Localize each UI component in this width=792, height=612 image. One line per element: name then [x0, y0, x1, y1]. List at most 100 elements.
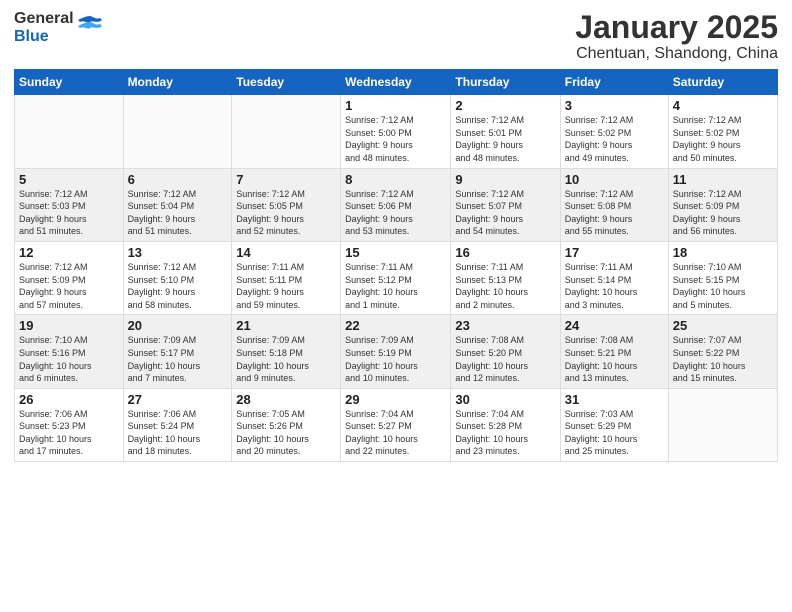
calendar-week-row: 1Sunrise: 7:12 AM Sunset: 5:00 PM Daylig… — [15, 95, 778, 168]
day-number: 26 — [19, 392, 119, 407]
calendar-cell: 25Sunrise: 7:07 AM Sunset: 5:22 PM Dayli… — [668, 315, 777, 388]
day-number: 8 — [345, 172, 446, 187]
calendar-cell — [123, 95, 232, 168]
weekday-header-thursday: Thursday — [451, 70, 560, 95]
day-number: 15 — [345, 245, 446, 260]
weekday-header-tuesday: Tuesday — [232, 70, 341, 95]
day-info: Sunrise: 7:09 AM Sunset: 5:19 PM Dayligh… — [345, 334, 446, 384]
day-number: 13 — [128, 245, 228, 260]
day-info: Sunrise: 7:11 AM Sunset: 5:12 PM Dayligh… — [345, 261, 446, 311]
day-number: 4 — [673, 98, 773, 113]
day-info: Sunrise: 7:09 AM Sunset: 5:18 PM Dayligh… — [236, 334, 336, 384]
calendar-cell: 23Sunrise: 7:08 AM Sunset: 5:20 PM Dayli… — [451, 315, 560, 388]
day-info: Sunrise: 7:11 AM Sunset: 5:11 PM Dayligh… — [236, 261, 336, 311]
day-info: Sunrise: 7:12 AM Sunset: 5:02 PM Dayligh… — [673, 114, 773, 164]
day-number: 14 — [236, 245, 336, 260]
day-number: 3 — [565, 98, 664, 113]
day-info: Sunrise: 7:09 AM Sunset: 5:17 PM Dayligh… — [128, 334, 228, 384]
calendar-week-row: 19Sunrise: 7:10 AM Sunset: 5:16 PM Dayli… — [15, 315, 778, 388]
calendar-cell: 22Sunrise: 7:09 AM Sunset: 5:19 PM Dayli… — [341, 315, 451, 388]
header: General Blue January 2025 Chentuan, Shan… — [14, 10, 778, 63]
title-block: January 2025 Chentuan, Shandong, China — [575, 10, 778, 63]
logo-general-text: General — [14, 10, 74, 28]
day-number: 1 — [345, 98, 446, 113]
calendar-cell: 14Sunrise: 7:11 AM Sunset: 5:11 PM Dayli… — [232, 241, 341, 314]
calendar-cell: 9Sunrise: 7:12 AM Sunset: 5:07 PM Daylig… — [451, 168, 560, 241]
weekday-header-wednesday: Wednesday — [341, 70, 451, 95]
logo: General Blue — [14, 10, 104, 45]
day-number: 18 — [673, 245, 773, 260]
day-number: 9 — [455, 172, 555, 187]
calendar-cell: 26Sunrise: 7:06 AM Sunset: 5:23 PM Dayli… — [15, 388, 124, 461]
calendar-cell: 17Sunrise: 7:11 AM Sunset: 5:14 PM Dayli… — [560, 241, 668, 314]
day-info: Sunrise: 7:12 AM Sunset: 5:08 PM Dayligh… — [565, 188, 664, 238]
day-info: Sunrise: 7:12 AM Sunset: 5:06 PM Dayligh… — [345, 188, 446, 238]
day-number: 19 — [19, 318, 119, 333]
day-info: Sunrise: 7:03 AM Sunset: 5:29 PM Dayligh… — [565, 408, 664, 458]
calendar-week-row: 5Sunrise: 7:12 AM Sunset: 5:03 PM Daylig… — [15, 168, 778, 241]
day-number: 25 — [673, 318, 773, 333]
day-number: 21 — [236, 318, 336, 333]
calendar-cell: 28Sunrise: 7:05 AM Sunset: 5:26 PM Dayli… — [232, 388, 341, 461]
calendar-cell: 10Sunrise: 7:12 AM Sunset: 5:08 PM Dayli… — [560, 168, 668, 241]
day-number: 22 — [345, 318, 446, 333]
calendar-cell: 29Sunrise: 7:04 AM Sunset: 5:27 PM Dayli… — [341, 388, 451, 461]
day-number: 24 — [565, 318, 664, 333]
day-info: Sunrise: 7:08 AM Sunset: 5:20 PM Dayligh… — [455, 334, 555, 384]
page-container: General Blue January 2025 Chentuan, Shan… — [0, 0, 792, 612]
weekday-header-friday: Friday — [560, 70, 668, 95]
day-number: 7 — [236, 172, 336, 187]
day-info: Sunrise: 7:04 AM Sunset: 5:28 PM Dayligh… — [455, 408, 555, 458]
calendar-cell: 7Sunrise: 7:12 AM Sunset: 5:05 PM Daylig… — [232, 168, 341, 241]
day-number: 10 — [565, 172, 664, 187]
day-number: 17 — [565, 245, 664, 260]
day-info: Sunrise: 7:10 AM Sunset: 5:15 PM Dayligh… — [673, 261, 773, 311]
logo-wave-icon — [76, 12, 104, 40]
day-number: 23 — [455, 318, 555, 333]
day-info: Sunrise: 7:04 AM Sunset: 5:27 PM Dayligh… — [345, 408, 446, 458]
day-info: Sunrise: 7:12 AM Sunset: 5:09 PM Dayligh… — [673, 188, 773, 238]
day-info: Sunrise: 7:12 AM Sunset: 5:05 PM Dayligh… — [236, 188, 336, 238]
calendar-cell: 20Sunrise: 7:09 AM Sunset: 5:17 PM Dayli… — [123, 315, 232, 388]
weekday-header-monday: Monday — [123, 70, 232, 95]
day-info: Sunrise: 7:11 AM Sunset: 5:14 PM Dayligh… — [565, 261, 664, 311]
calendar-cell: 6Sunrise: 7:12 AM Sunset: 5:04 PM Daylig… — [123, 168, 232, 241]
day-number: 5 — [19, 172, 119, 187]
calendar-table: SundayMondayTuesdayWednesdayThursdayFrid… — [14, 69, 778, 462]
day-number: 29 — [345, 392, 446, 407]
calendar-cell: 27Sunrise: 7:06 AM Sunset: 5:24 PM Dayli… — [123, 388, 232, 461]
day-number: 12 — [19, 245, 119, 260]
calendar-cell: 1Sunrise: 7:12 AM Sunset: 5:00 PM Daylig… — [341, 95, 451, 168]
day-info: Sunrise: 7:12 AM Sunset: 5:03 PM Dayligh… — [19, 188, 119, 238]
calendar-cell: 15Sunrise: 7:11 AM Sunset: 5:12 PM Dayli… — [341, 241, 451, 314]
day-info: Sunrise: 7:12 AM Sunset: 5:01 PM Dayligh… — [455, 114, 555, 164]
weekday-header-saturday: Saturday — [668, 70, 777, 95]
day-number: 2 — [455, 98, 555, 113]
calendar-cell — [15, 95, 124, 168]
day-info: Sunrise: 7:12 AM Sunset: 5:02 PM Dayligh… — [565, 114, 664, 164]
day-info: Sunrise: 7:12 AM Sunset: 5:07 PM Dayligh… — [455, 188, 555, 238]
day-info: Sunrise: 7:08 AM Sunset: 5:21 PM Dayligh… — [565, 334, 664, 384]
day-info: Sunrise: 7:07 AM Sunset: 5:22 PM Dayligh… — [673, 334, 773, 384]
calendar-cell — [668, 388, 777, 461]
calendar-cell: 21Sunrise: 7:09 AM Sunset: 5:18 PM Dayli… — [232, 315, 341, 388]
calendar-cell: 31Sunrise: 7:03 AM Sunset: 5:29 PM Dayli… — [560, 388, 668, 461]
calendar-cell: 19Sunrise: 7:10 AM Sunset: 5:16 PM Dayli… — [15, 315, 124, 388]
calendar-cell: 18Sunrise: 7:10 AM Sunset: 5:15 PM Dayli… — [668, 241, 777, 314]
day-number: 31 — [565, 392, 664, 407]
day-number: 11 — [673, 172, 773, 187]
day-info: Sunrise: 7:12 AM Sunset: 5:10 PM Dayligh… — [128, 261, 228, 311]
day-number: 20 — [128, 318, 228, 333]
day-info: Sunrise: 7:12 AM Sunset: 5:00 PM Dayligh… — [345, 114, 446, 164]
day-info: Sunrise: 7:11 AM Sunset: 5:13 PM Dayligh… — [455, 261, 555, 311]
location: Chentuan, Shandong, China — [575, 45, 778, 63]
day-number: 30 — [455, 392, 555, 407]
calendar-cell: 30Sunrise: 7:04 AM Sunset: 5:28 PM Dayli… — [451, 388, 560, 461]
calendar-cell: 13Sunrise: 7:12 AM Sunset: 5:10 PM Dayli… — [123, 241, 232, 314]
calendar-cell: 4Sunrise: 7:12 AM Sunset: 5:02 PM Daylig… — [668, 95, 777, 168]
calendar-cell: 3Sunrise: 7:12 AM Sunset: 5:02 PM Daylig… — [560, 95, 668, 168]
calendar-cell: 12Sunrise: 7:12 AM Sunset: 5:09 PM Dayli… — [15, 241, 124, 314]
day-info: Sunrise: 7:06 AM Sunset: 5:23 PM Dayligh… — [19, 408, 119, 458]
day-info: Sunrise: 7:06 AM Sunset: 5:24 PM Dayligh… — [128, 408, 228, 458]
day-info: Sunrise: 7:10 AM Sunset: 5:16 PM Dayligh… — [19, 334, 119, 384]
